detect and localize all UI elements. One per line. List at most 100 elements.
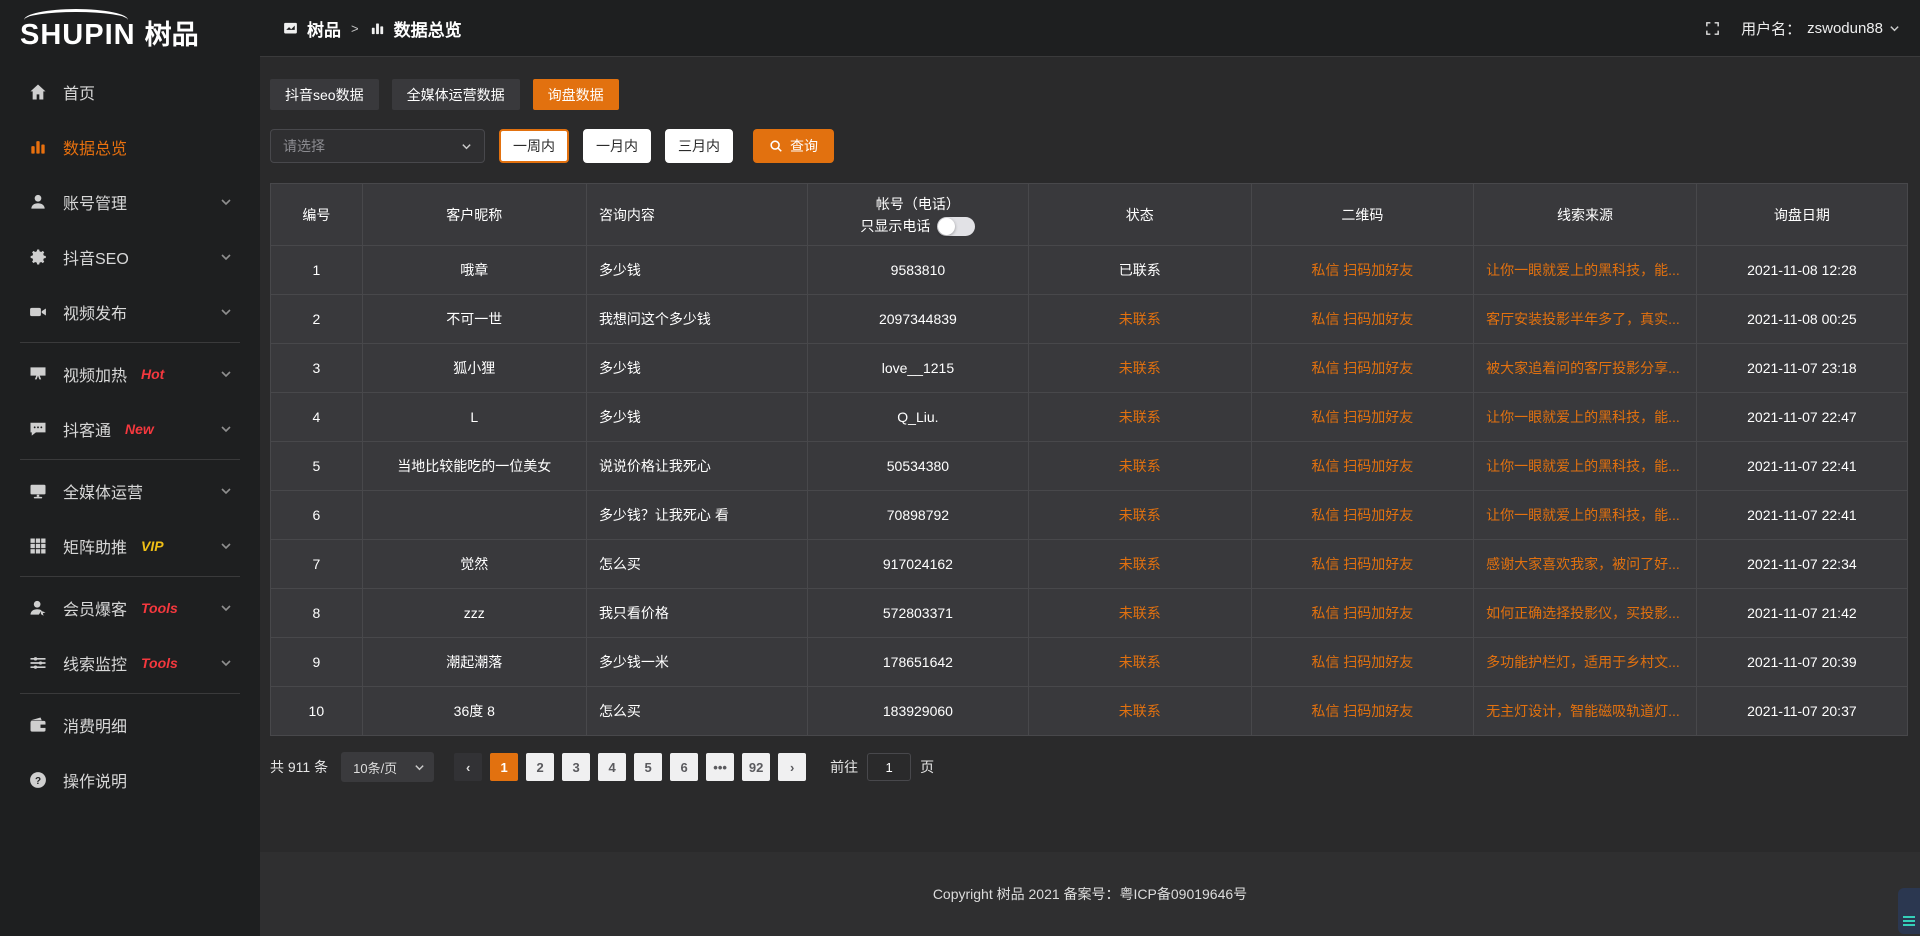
table-row: 9 潮起潮落 多少钱一米 178651642 未联系 私信 扫码加好友 多功能护… — [271, 638, 1908, 687]
lead-source-link[interactable]: 如何正确选择投影仪，买投影... — [1486, 605, 1680, 621]
lead-source-link[interactable]: 无主灯设计，智能磁吸轨道灯... — [1486, 703, 1680, 719]
floating-chat-widget[interactable] — [1898, 888, 1920, 934]
cell-account: 2097344839 — [807, 295, 1028, 344]
wallet-icon — [28, 715, 48, 735]
page-size-select[interactable]: 10条/页 — [341, 752, 434, 782]
topbar-right: 用户名： zswodun88 — [1704, 18, 1900, 39]
phone-only-toggle[interactable] — [937, 217, 975, 236]
sidebar-item-instructions[interactable]: ? 操作说明 — [0, 752, 260, 807]
qrcode-link[interactable]: 私信 扫码加好友 — [1311, 605, 1413, 621]
sidebar-item-video-publish[interactable]: 视频发布 — [0, 284, 260, 339]
prev-page-button[interactable]: ‹ — [454, 753, 482, 781]
column-header-lead-source: 线索来源 — [1474, 184, 1697, 246]
account-select[interactable]: 请选择 — [270, 129, 485, 163]
sidebar-item-label: 矩阵助推 — [63, 534, 127, 558]
inquiry-table-wrap: 编号 客户昵称 咨询内容 帐号（电话） 只显示电话 状态 — [270, 183, 1908, 736]
column-header-inquiry-date: 询盘日期 — [1696, 184, 1907, 246]
page-number-button[interactable]: 6 — [670, 753, 698, 781]
breadcrumb-root[interactable]: 树品 — [307, 16, 341, 41]
qrcode-link[interactable]: 私信 扫码加好友 — [1311, 556, 1413, 572]
page-number-button[interactable]: 5 — [634, 753, 662, 781]
column-header-nickname: 客户昵称 — [362, 184, 586, 246]
tab-inquiry-data[interactable]: 询盘数据 — [533, 79, 619, 110]
bar-chart-icon — [28, 137, 48, 157]
sliders-icon — [28, 653, 48, 673]
sidebar-item-omnimedia-operation[interactable]: 全媒体运营 — [0, 463, 260, 518]
fullscreen-icon[interactable] — [1704, 20, 1721, 37]
lead-source-link[interactable]: 让你一眼就爱上的黑科技，能... — [1486, 458, 1680, 474]
cell-account: love__1215 — [807, 344, 1028, 393]
pagination-bar: 共 911 条 10条/页 ‹ 123456•••92 › 前往 页 — [270, 752, 1908, 782]
page-number-button[interactable]: 1 — [490, 753, 518, 781]
cell-id: 5 — [271, 442, 363, 491]
sidebar-item-account-management[interactable]: 账号管理 — [0, 174, 260, 229]
main-area: 树品 > 数据总览 用户名： zswodun88 抖音seo数据 全媒体运营数据… — [260, 0, 1920, 936]
period-one-week-button[interactable]: 一周内 — [499, 129, 569, 163]
cell-inquiry-date: 2021-11-07 21:42 — [1696, 589, 1907, 638]
chevron-down-icon — [220, 368, 232, 380]
lead-source-link[interactable]: 被大家追着问的客厅投影分享... — [1486, 360, 1680, 376]
cell-inquiry-date: 2021-11-07 22:41 — [1696, 491, 1907, 540]
next-page-button[interactable]: › — [778, 753, 806, 781]
page-number-button[interactable]: 2 — [526, 753, 554, 781]
lead-source-link[interactable]: 感谢大家喜欢我家，被问了好... — [1486, 556, 1680, 572]
page-number-button[interactable]: 4 — [598, 753, 626, 781]
table-row: 7 觉然 怎么买 917024162 未联系 私信 扫码加好友 感谢大家喜欢我家… — [271, 540, 1908, 589]
breadcrumb-current: 数据总览 — [394, 16, 462, 41]
menu-divider — [20, 576, 240, 577]
goto-page-input[interactable] — [867, 753, 911, 781]
period-one-month-button[interactable]: 一月内 — [583, 129, 651, 163]
query-button[interactable]: 查询 — [753, 129, 834, 163]
cell-inquiry-date: 2021-11-07 23:18 — [1696, 344, 1907, 393]
sidebar-item-label: 抖音SEO — [63, 245, 129, 269]
username-value: zswodun88 — [1807, 20, 1883, 37]
sidebar-item-consumption-detail[interactable]: 消费明细 — [0, 697, 260, 752]
lead-source-link[interactable]: 让你一眼就爱上的黑科技，能... — [1486, 262, 1680, 278]
sidebar-item-video-heating[interactable]: 视频加热 Hot — [0, 346, 260, 401]
sidebar-item-home[interactable]: 首页 — [0, 64, 260, 119]
status-badge: 未联系 — [1119, 507, 1161, 523]
sidebar-item-doukoutong[interactable]: 抖客通 New — [0, 401, 260, 456]
page-number-button[interactable]: 92 — [742, 753, 770, 781]
table-row: 6 多少钱？让我死心 看 70898792 未联系 私信 扫码加好友 让你一眼就… — [271, 491, 1908, 540]
tab-douyin-seo-data[interactable]: 抖音seo数据 — [270, 79, 379, 110]
cell-account: 572803371 — [807, 589, 1028, 638]
status-badge: 未联系 — [1119, 311, 1161, 327]
cell-account: 9583810 — [807, 246, 1028, 295]
sidebar-item-douyin-seo[interactable]: 抖音SEO — [0, 229, 260, 284]
sidebar-item-matrix-boost[interactable]: 矩阵助推 VIP — [0, 518, 260, 573]
period-three-months-button[interactable]: 三月内 — [665, 129, 733, 163]
sidebar-item-member-burst[interactable]: 会员爆客 Tools — [0, 580, 260, 635]
brand-crumb-icon — [282, 20, 299, 37]
cell-account: 917024162 — [807, 540, 1028, 589]
home-icon — [28, 82, 48, 102]
qrcode-link[interactable]: 私信 扫码加好友 — [1311, 262, 1413, 278]
qrcode-link[interactable]: 私信 扫码加好友 — [1311, 360, 1413, 376]
qrcode-link[interactable]: 私信 扫码加好友 — [1311, 311, 1413, 327]
tab-omnimedia-data[interactable]: 全媒体运营数据 — [392, 79, 520, 110]
cell-account: 50534380 — [807, 442, 1028, 491]
user-menu[interactable]: 用户名： zswodun88 — [1741, 18, 1900, 39]
brand-logo: SHUPIN 树品 — [0, 0, 260, 54]
qrcode-link[interactable]: 私信 扫码加好友 — [1311, 507, 1413, 523]
lead-source-link[interactable]: 客厅安装投影半年多了，真实... — [1486, 311, 1680, 327]
chevron-down-icon — [220, 306, 232, 318]
cell-nickname: 36度 8 — [362, 687, 586, 736]
chevron-down-icon — [220, 196, 232, 208]
svg-text:?: ? — [35, 775, 41, 786]
qrcode-link[interactable]: 私信 扫码加好友 — [1311, 703, 1413, 719]
column-header-qrcode: 二维码 — [1251, 184, 1474, 246]
query-button-label: 查询 — [790, 136, 818, 156]
page-number-button[interactable]: 3 — [562, 753, 590, 781]
sidebar-item-label: 全媒体运营 — [63, 479, 143, 503]
sidebar-item-data-overview[interactable]: 数据总览 — [0, 119, 260, 174]
lead-source-link[interactable]: 多功能护栏灯，适用于乡村文... — [1486, 654, 1680, 670]
sidebar-item-lead-monitor[interactable]: 线索监控 Tools — [0, 635, 260, 690]
lead-source-link[interactable]: 让你一眼就爱上的黑科技，能... — [1486, 409, 1680, 425]
lead-source-link[interactable]: 让你一眼就爱上的黑科技，能... — [1486, 507, 1680, 523]
qrcode-link[interactable]: 私信 扫码加好友 — [1311, 654, 1413, 670]
page-number-button[interactable]: ••• — [706, 753, 734, 781]
qrcode-link[interactable]: 私信 扫码加好友 — [1311, 458, 1413, 474]
status-badge: 未联系 — [1119, 458, 1161, 474]
qrcode-link[interactable]: 私信 扫码加好友 — [1311, 409, 1413, 425]
